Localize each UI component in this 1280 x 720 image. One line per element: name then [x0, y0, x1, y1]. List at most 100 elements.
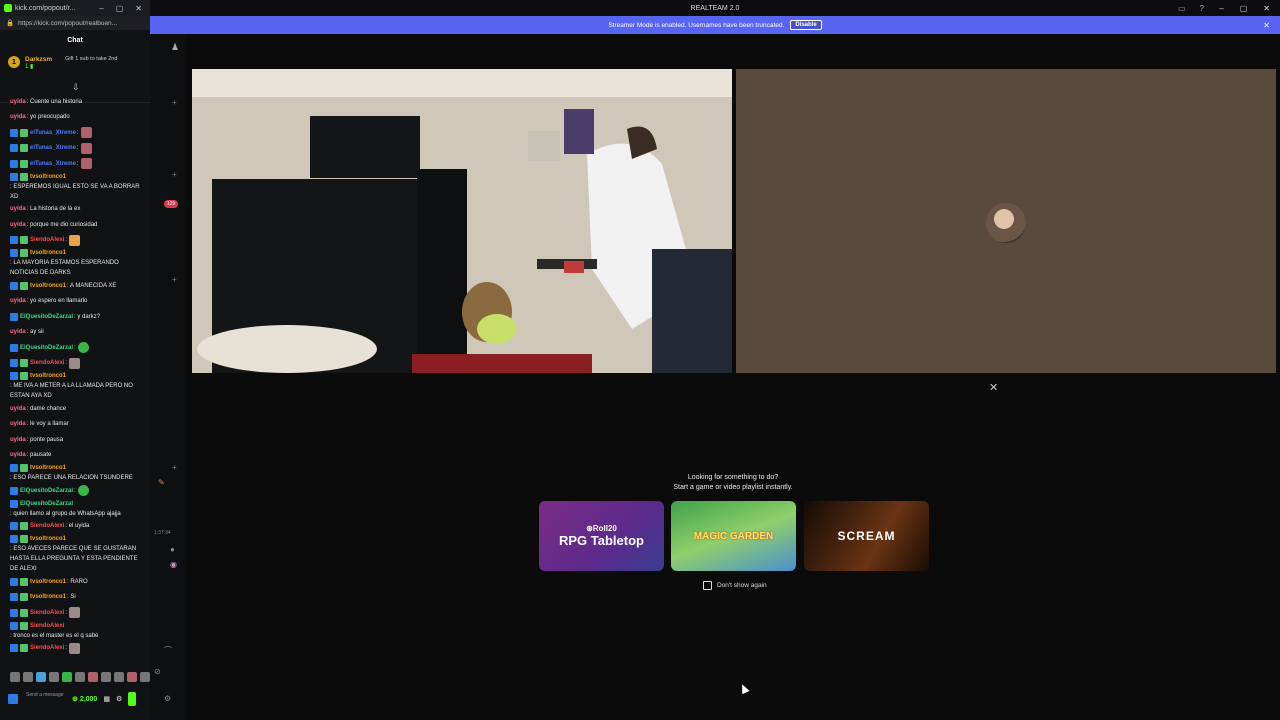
settings-icon[interactable]: ⚙	[164, 694, 171, 703]
chat-text: :	[74, 487, 76, 494]
chat-message: uyida: porque me dio curiosidad	[0, 217, 150, 233]
plus-icon[interactable]: +	[172, 170, 177, 179]
chat-username[interactable]: tvsoltronco1	[30, 371, 66, 381]
emote-icon[interactable]	[49, 672, 59, 682]
emote-icon[interactable]	[140, 672, 150, 682]
chat-username[interactable]: tvsoltronco1	[30, 281, 66, 291]
close-icon[interactable]: ✕	[989, 381, 998, 394]
close-icon[interactable]: ✕	[1263, 4, 1270, 13]
gift-prompt: Gift 1 sub to take 2nd	[65, 56, 118, 62]
emote-icon[interactable]	[127, 672, 137, 682]
chat-username[interactable]: uyida	[10, 327, 26, 337]
emote-icon[interactable]	[23, 672, 33, 682]
help-icon[interactable]: ?	[1200, 4, 1204, 13]
window-title: REALTEAM 2.0	[690, 4, 740, 12]
record-icon[interactable]: ●	[170, 545, 175, 554]
kick-logo-icon	[4, 4, 12, 12]
user-icon[interactable]: ♟	[171, 42, 179, 53]
chat-username[interactable]: uyida	[10, 296, 26, 306]
video-tile-avatar[interactable]	[736, 69, 1276, 373]
plus-icon[interactable]: +	[172, 463, 177, 472]
emote-icon[interactable]	[36, 672, 46, 682]
send-button[interactable]	[128, 692, 137, 706]
badge-icon	[10, 621, 18, 630]
emote-icon[interactable]	[75, 672, 85, 682]
chevron-down-icon[interactable]: ⇩	[72, 82, 80, 93]
emote-icon[interactable]	[10, 672, 20, 682]
channel-points[interactable]: ⊕ 2,000	[72, 695, 97, 703]
chat-text: : pausate	[26, 452, 52, 459]
chat-username[interactable]: ElQuesitoDeZarzal	[20, 486, 73, 496]
chat-username[interactable]: SiendoAlexi	[30, 358, 64, 368]
chat-username[interactable]: elTunas_Xtreme	[30, 128, 76, 138]
plus-icon[interactable]: +	[172, 98, 177, 107]
chat-username[interactable]: SiendoAlexi	[30, 608, 64, 618]
minimize-icon[interactable]: –	[99, 4, 103, 13]
emote-icon[interactable]	[88, 672, 98, 682]
badge-icon	[20, 621, 28, 630]
chat-username[interactable]: tvsoltronco1	[30, 248, 66, 258]
activity-card-scream[interactable]: SCREAM	[804, 501, 929, 571]
chat-username[interactable]: ElQuesitoDeZarzal	[20, 499, 73, 509]
emote-icon[interactable]: ◉	[170, 560, 177, 569]
plus-icon[interactable]: +	[172, 275, 177, 284]
chat-username[interactable]: elTunas_Xtreme	[30, 159, 76, 169]
chat-username[interactable]: tvsoltronco1	[30, 577, 66, 587]
chat-input[interactable]: Send a message	[26, 692, 66, 706]
chat-username[interactable]: elTunas_Xtreme	[30, 143, 76, 153]
chat-username[interactable]: uyida	[10, 220, 26, 230]
maximize-icon[interactable]: ▢	[116, 4, 124, 13]
chat-username[interactable]: SiendoAlexi	[30, 521, 64, 531]
chat-username[interactable]: SiendoAlexi	[30, 235, 64, 245]
chat-username[interactable]: uyida	[10, 419, 26, 429]
chat-username[interactable]: SiendoAlexi	[30, 643, 64, 653]
gift-icon[interactable]: ▦	[103, 695, 110, 703]
chat-username[interactable]: tvsoltronco1	[30, 463, 66, 473]
disable-button[interactable]: Disable	[790, 20, 822, 30]
lock-icon: 🔒	[6, 20, 15, 27]
side-strip: + + 129 + + ✎ 1:37:34 ● ◉ ⌒ ⊘ ⚙	[150, 0, 186, 720]
badge-icon	[10, 372, 18, 380]
badge-icon	[10, 486, 18, 495]
emote-icon[interactable]	[62, 672, 72, 682]
chat-username[interactable]: uyida	[10, 112, 26, 122]
popout-titlebar: kick.com/popout/r... – ▢ ✕	[0, 0, 150, 16]
chat-username[interactable]: tvsoltronco1	[30, 534, 66, 544]
settings-icon[interactable]: ⚙	[116, 695, 122, 703]
chat-username[interactable]: ElQuesitoDeZarzal	[20, 312, 73, 322]
chat-username[interactable]: uyida	[10, 204, 26, 214]
activity-card-rpg-tabletop[interactable]: ⊛Roll20 RPG Tabletop	[539, 501, 664, 571]
chat-username[interactable]: tvsoltronco1	[30, 172, 66, 182]
inbox-icon[interactable]: ▭	[1178, 4, 1186, 13]
chat-username[interactable]: tvsoltronco1	[30, 592, 66, 602]
chat-message: tvsoltronco1: A MANECIDA XE	[0, 278, 150, 294]
points-value: 2,000	[79, 696, 98, 703]
emote-icon[interactable]	[114, 672, 124, 682]
emote-icon[interactable]	[101, 672, 111, 682]
close-icon[interactable]: ✕	[1263, 21, 1270, 30]
chat-username[interactable]: uyida	[10, 450, 26, 460]
headphones-icon[interactable]: ⌒	[164, 645, 172, 656]
chat-text: : porque me dio curiosidad	[26, 221, 98, 228]
dont-show-again[interactable]: Don't show again	[703, 581, 767, 590]
chat-username[interactable]: SiendoAlexi	[30, 621, 64, 631]
checkbox[interactable]	[703, 581, 712, 590]
activity-card-magic-garden[interactable]: MAGIC GARDEN	[671, 501, 796, 571]
maximize-icon[interactable]: ▢	[1240, 4, 1248, 13]
chat-message: SiendoAlexi:	[0, 356, 150, 372]
chat-text: : ay sii	[26, 329, 44, 336]
badge-icon	[20, 608, 28, 617]
minimize-icon[interactable]: –	[1219, 4, 1223, 13]
chat-username[interactable]: uyida	[10, 404, 26, 414]
chat-text: :	[65, 645, 68, 652]
chat-username[interactable]: ElQuesitoDeZarzal	[20, 343, 73, 353]
mute-icon[interactable]: ⊘	[154, 667, 161, 676]
chat-text: : yo espero en llamarlo	[26, 298, 88, 305]
pencil-icon[interactable]: ✎	[158, 478, 165, 487]
close-icon[interactable]: ✕	[135, 4, 142, 13]
chat-text: :	[76, 145, 79, 152]
video-tile-camera[interactable]	[192, 69, 732, 373]
badge-icon	[10, 249, 18, 257]
chat-username[interactable]: uyida	[10, 435, 26, 445]
chat-username[interactable]: uyida	[10, 97, 26, 107]
